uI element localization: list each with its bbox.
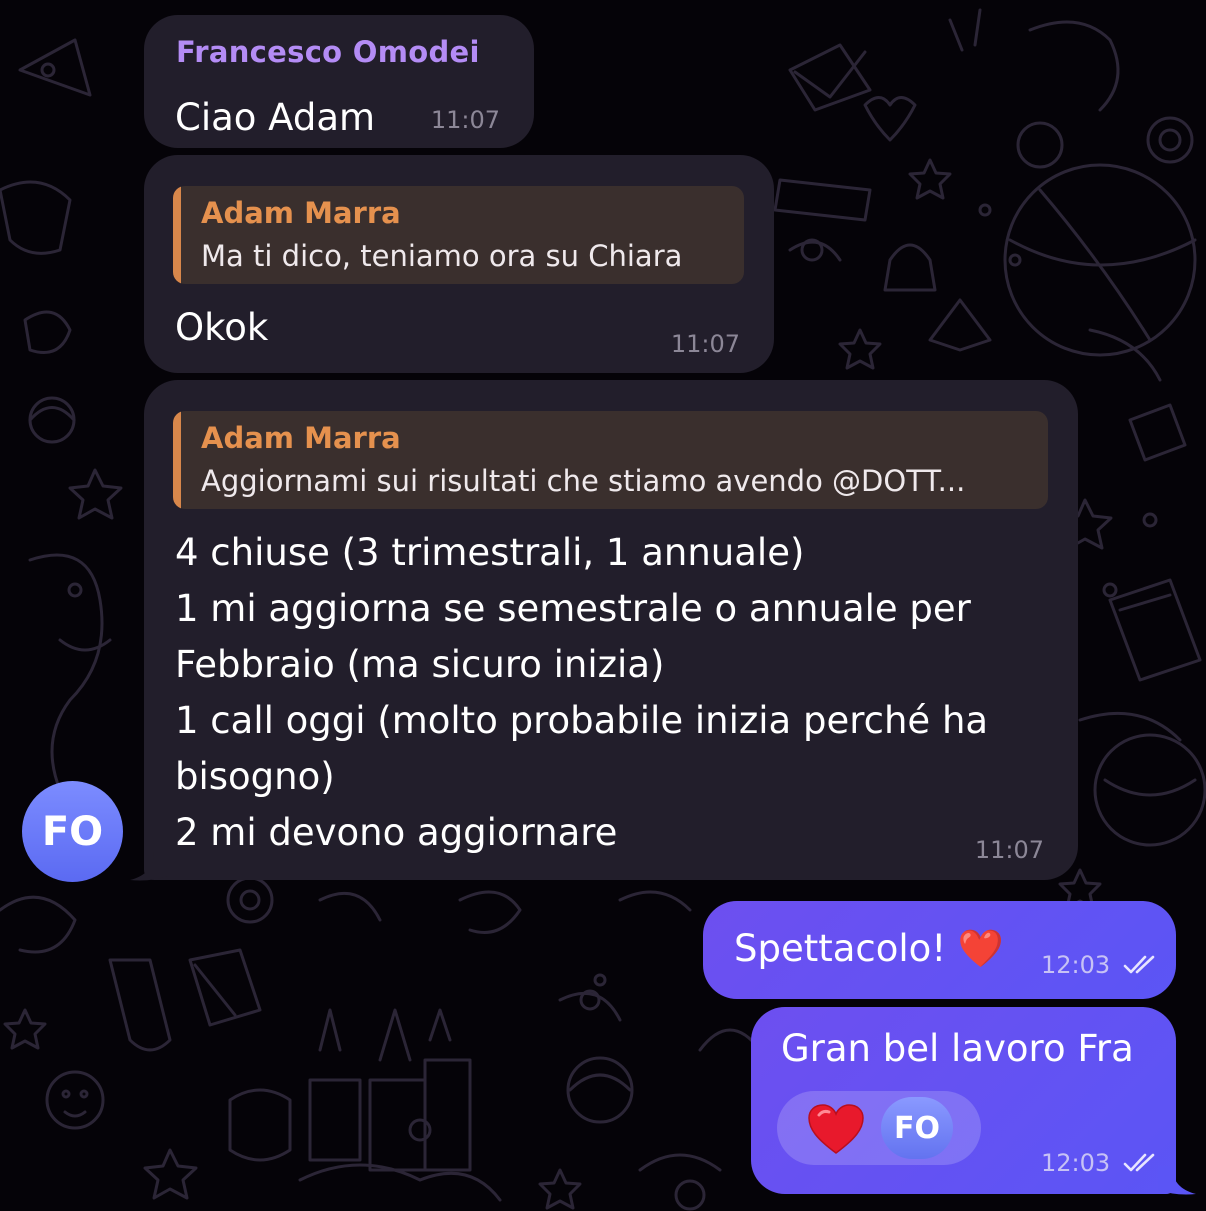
- reply-accent-bar: [173, 186, 181, 284]
- reply-sender-name: Adam Marra: [201, 421, 401, 455]
- message-time: 12:03: [1041, 951, 1111, 979]
- message-line: 4 chiuse (3 trimestrali, 1 annuale): [175, 531, 805, 574]
- reply-quote[interactable]: Adam Marra Ma ti dico, teniamo ora su Ch…: [173, 186, 744, 284]
- message-line: bisogno): [175, 755, 335, 798]
- message-line: 1 call oggi (molto probabile inizia perc…: [175, 699, 989, 742]
- incoming-message[interactable]: Adam Marra Ma ti dico, teniamo ora su Ch…: [144, 155, 774, 373]
- reply-quote[interactable]: Adam Marra Aggiornami sui risultati che …: [173, 411, 1048, 509]
- message-time: 11:07: [430, 106, 500, 134]
- reaction-chip[interactable]: FO: [777, 1091, 981, 1165]
- message-text: Okok: [175, 306, 269, 349]
- heart-icon: [808, 1104, 864, 1154]
- incoming-message[interactable]: Francesco Omodei Ciao Adam 11:07: [144, 15, 534, 148]
- message-line: 2 mi devono aggiornare: [175, 811, 618, 854]
- outgoing-message[interactable]: Gran bel lavoro Fra FO 12:03: [751, 1007, 1176, 1194]
- reply-text: Aggiornami sui risultati che stiamo aven…: [201, 464, 966, 498]
- bubble-tail: [130, 852, 168, 881]
- read-checkmarks-icon: [1123, 955, 1155, 974]
- message-text: 4 chiuse (3 trimestrali, 1 annuale) 1 mi…: [175, 525, 988, 861]
- sender-name[interactable]: Francesco Omodei: [176, 35, 480, 69]
- message-line: Febbraio (ma sicuro inizia): [175, 643, 665, 686]
- reply-sender-name: Adam Marra: [201, 196, 401, 230]
- sender-avatar[interactable]: FO: [22, 781, 123, 882]
- reply-accent-bar: [173, 411, 181, 509]
- message-text: Spettacolo! ❤️: [734, 927, 1004, 970]
- message-text: Ciao Adam: [175, 96, 376, 139]
- message-time: 11:07: [670, 330, 740, 358]
- chat-view: Francesco Omodei Ciao Adam 11:07 Adam Ma…: [0, 0, 1206, 1211]
- message-line: 1 mi aggiorna se semestrale o annuale pe…: [175, 587, 971, 630]
- message-text: Gran bel lavoro Fra: [781, 1027, 1134, 1070]
- read-checkmarks-icon: [1123, 1153, 1155, 1172]
- incoming-message[interactable]: Adam Marra Aggiornami sui risultati che …: [144, 380, 1078, 880]
- reply-text: Ma ti dico, teniamo ora su Chiara: [201, 239, 683, 273]
- outgoing-message[interactable]: Spettacolo! ❤️ 12:03: [703, 901, 1176, 999]
- message-time: 11:07: [974, 836, 1044, 864]
- bubble-tail: [1158, 1166, 1196, 1195]
- message-time: 12:03: [1041, 1149, 1111, 1177]
- reaction-user-avatar: FO: [881, 1097, 953, 1159]
